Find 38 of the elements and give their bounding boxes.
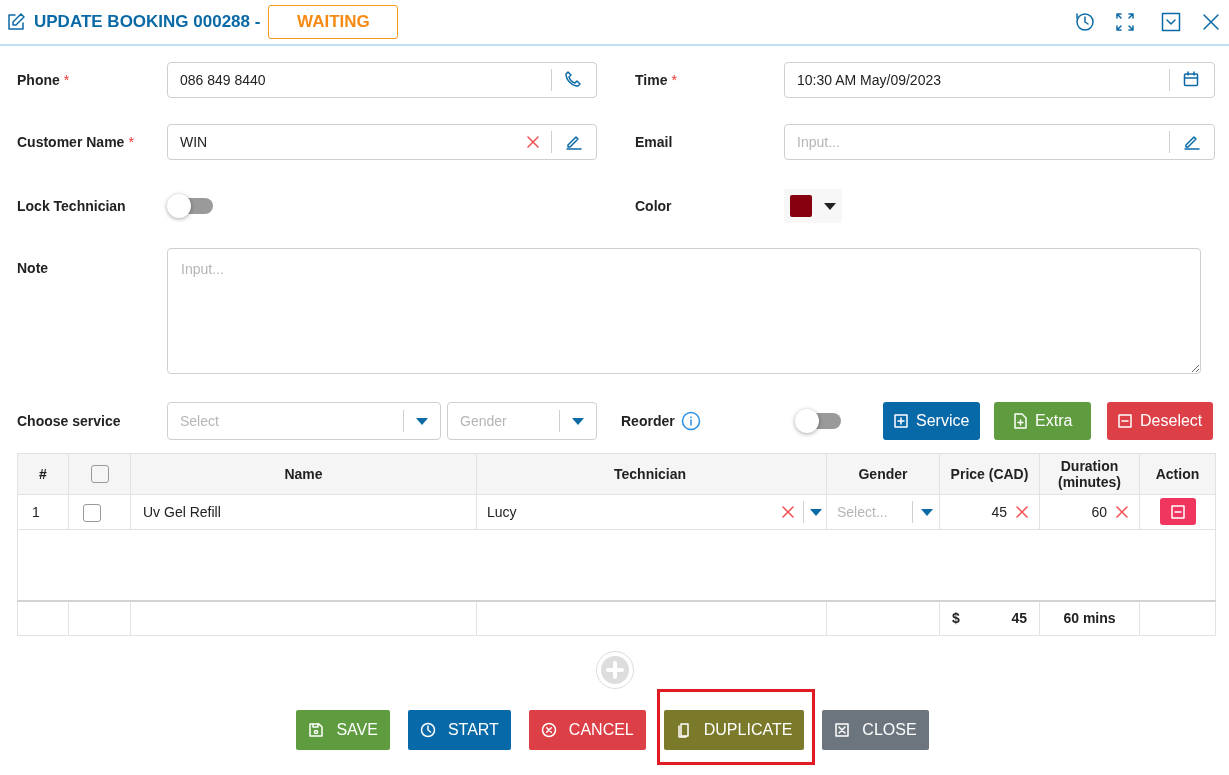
field-label: Lock Technician [17, 196, 126, 216]
currency-symbol: $ [952, 608, 960, 628]
phone-field[interactable]: 086 849 8440 [167, 62, 597, 98]
field-label: Note [17, 259, 49, 278]
duplicate-button[interactable]: DUPLICATE [663, 710, 805, 750]
required-mark: * [671, 70, 677, 90]
customer-name-field[interactable]: WIN [167, 124, 597, 160]
column-header: Technician [476, 453, 827, 495]
deselect-button[interactable]: Deselect [1106, 402, 1213, 440]
start-button[interactable]: START [407, 710, 511, 750]
total-duration: 60 mins [1039, 600, 1140, 636]
column-header: # [17, 453, 69, 495]
note-field[interactable]: Input... [167, 248, 1201, 374]
dialog-title: UPDATE BOOKING 000288 - [34, 11, 261, 34]
column-header: Name [130, 453, 477, 495]
save-button[interactable]: SAVE [296, 710, 390, 750]
column-header: Action [1139, 453, 1216, 495]
field-label: Color [635, 196, 672, 216]
extra-button[interactable]: Extra [993, 402, 1091, 440]
required-mark: * [63, 70, 70, 90]
field-label: Email [635, 132, 673, 152]
field-label: Time [635, 70, 668, 90]
field-label: Choose service [17, 411, 122, 431]
service-button[interactable]: Service [882, 402, 980, 440]
field-label: Phone [17, 70, 60, 90]
table-cell: Uv Gel Refill [130, 494, 477, 530]
table-cell: 1 [17, 494, 69, 530]
total-price: 45 [1011, 608, 1027, 628]
required-mark: * [128, 132, 134, 152]
field-label: Reorder [621, 411, 675, 431]
time-field[interactable]: 10:30 AM May/09/2023 [784, 62, 1215, 98]
column-header: Gender [826, 453, 940, 495]
close-button[interactable]: CLOSE [822, 710, 929, 750]
column-header: Duration (minutes) [1039, 453, 1140, 495]
column-header: Price (CAD) [939, 453, 1040, 495]
cancel-button[interactable]: CANCEL [528, 710, 646, 750]
field-label: Customer Name [17, 132, 125, 152]
status-badge: WAITING [268, 5, 399, 39]
